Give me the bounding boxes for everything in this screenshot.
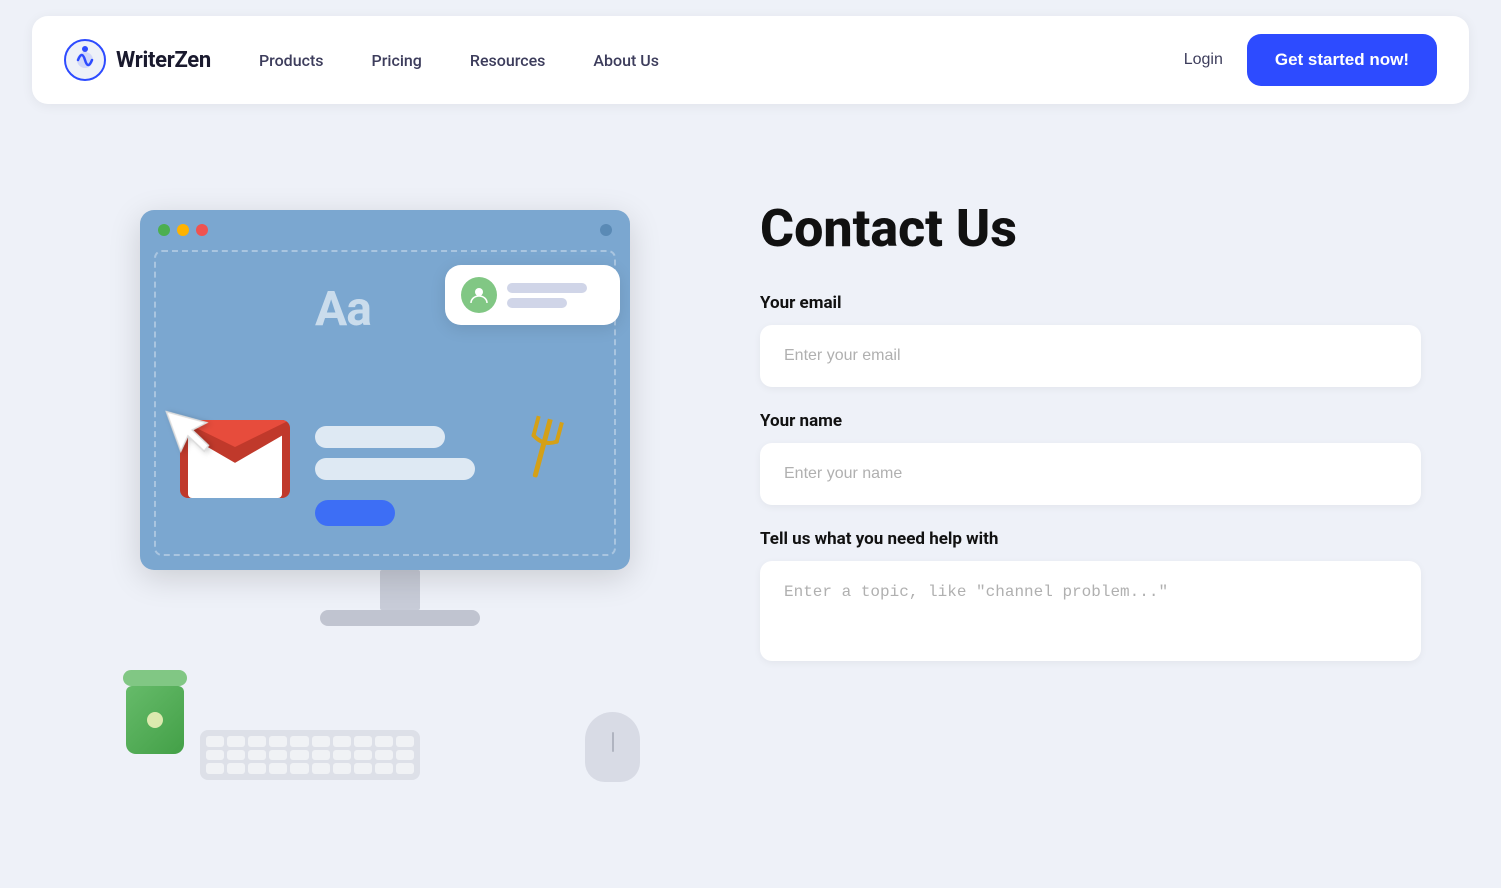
chat-bubble — [445, 265, 620, 325]
key — [312, 750, 330, 761]
key — [290, 763, 308, 774]
key — [269, 750, 287, 761]
key — [396, 736, 414, 747]
key — [248, 736, 266, 747]
key — [354, 750, 372, 761]
key — [333, 763, 351, 774]
monitor-dot-top-right — [600, 224, 612, 236]
name-input[interactable] — [760, 443, 1421, 505]
navbar: WriterZen Products Pricing Resources Abo… — [32, 16, 1469, 104]
help-label: Tell us what you need help with — [760, 529, 1421, 549]
cup-body — [126, 686, 184, 754]
nav-links: Products Pricing Resources About Us — [259, 51, 1184, 70]
contact-form-area: Contact Us Your email Your name Tell us … — [760, 180, 1421, 689]
chat-avatar — [461, 277, 497, 313]
coffee-cup — [120, 670, 190, 760]
chat-lines — [507, 283, 587, 308]
monitor-dots — [158, 224, 208, 236]
monitor-screen: Aa — [140, 210, 630, 570]
key — [375, 750, 393, 761]
mouse — [585, 712, 640, 782]
key — [206, 750, 224, 761]
email-group: Your email — [760, 293, 1421, 387]
logo-text: WriterZen — [116, 48, 211, 73]
key — [354, 736, 372, 747]
screen-button — [315, 500, 395, 526]
monitor-stand-neck — [380, 570, 420, 610]
login-button[interactable]: Login — [1184, 51, 1223, 69]
key — [227, 736, 245, 747]
cup-lid — [123, 670, 187, 686]
logo-link[interactable]: WriterZen — [64, 39, 211, 81]
key — [333, 750, 351, 761]
monitor: Aa — [140, 210, 660, 630]
key — [375, 763, 393, 774]
nav-pricing[interactable]: Pricing — [372, 51, 422, 70]
dot-red — [196, 224, 208, 236]
cup-dot — [147, 712, 163, 728]
text-bar-1 — [315, 426, 445, 448]
contact-title: Contact Us — [760, 200, 1421, 257]
key — [290, 736, 308, 747]
monitor-stand-base — [320, 610, 480, 626]
chat-line-1 — [507, 283, 587, 293]
email-label: Your email — [760, 293, 1421, 313]
key — [333, 736, 351, 747]
illustration-area: Aa — [80, 180, 700, 800]
key — [290, 750, 308, 761]
key — [248, 750, 266, 761]
get-started-button[interactable]: Get started now! — [1247, 34, 1437, 86]
text-bar-2 — [315, 458, 475, 480]
name-group: Your name — [760, 411, 1421, 505]
key — [396, 750, 414, 761]
chat-line-2 — [507, 298, 567, 308]
keyboard — [200, 730, 420, 780]
key — [206, 736, 224, 747]
help-textarea[interactable] — [760, 561, 1421, 661]
key — [354, 763, 372, 774]
main-content: Aa — [0, 120, 1501, 840]
key — [269, 763, 287, 774]
key — [269, 736, 287, 747]
nav-products[interactable]: Products — [259, 51, 324, 70]
name-label: Your name — [760, 411, 1421, 431]
dot-yellow — [177, 224, 189, 236]
key — [396, 763, 414, 774]
key — [227, 750, 245, 761]
email-input[interactable] — [760, 325, 1421, 387]
key — [227, 763, 245, 774]
key — [312, 736, 330, 747]
aa-text: Aa — [315, 280, 371, 337]
key — [248, 763, 266, 774]
help-group: Tell us what you need help with — [760, 529, 1421, 665]
key — [206, 763, 224, 774]
mouse-line — [612, 732, 614, 752]
nav-right: Login Get started now! — [1184, 34, 1437, 86]
logo-icon — [64, 39, 106, 81]
key — [312, 763, 330, 774]
nav-about[interactable]: About Us — [593, 51, 659, 70]
key — [375, 736, 393, 747]
nav-resources[interactable]: Resources — [470, 51, 546, 70]
dot-green — [158, 224, 170, 236]
text-bars — [315, 426, 475, 480]
